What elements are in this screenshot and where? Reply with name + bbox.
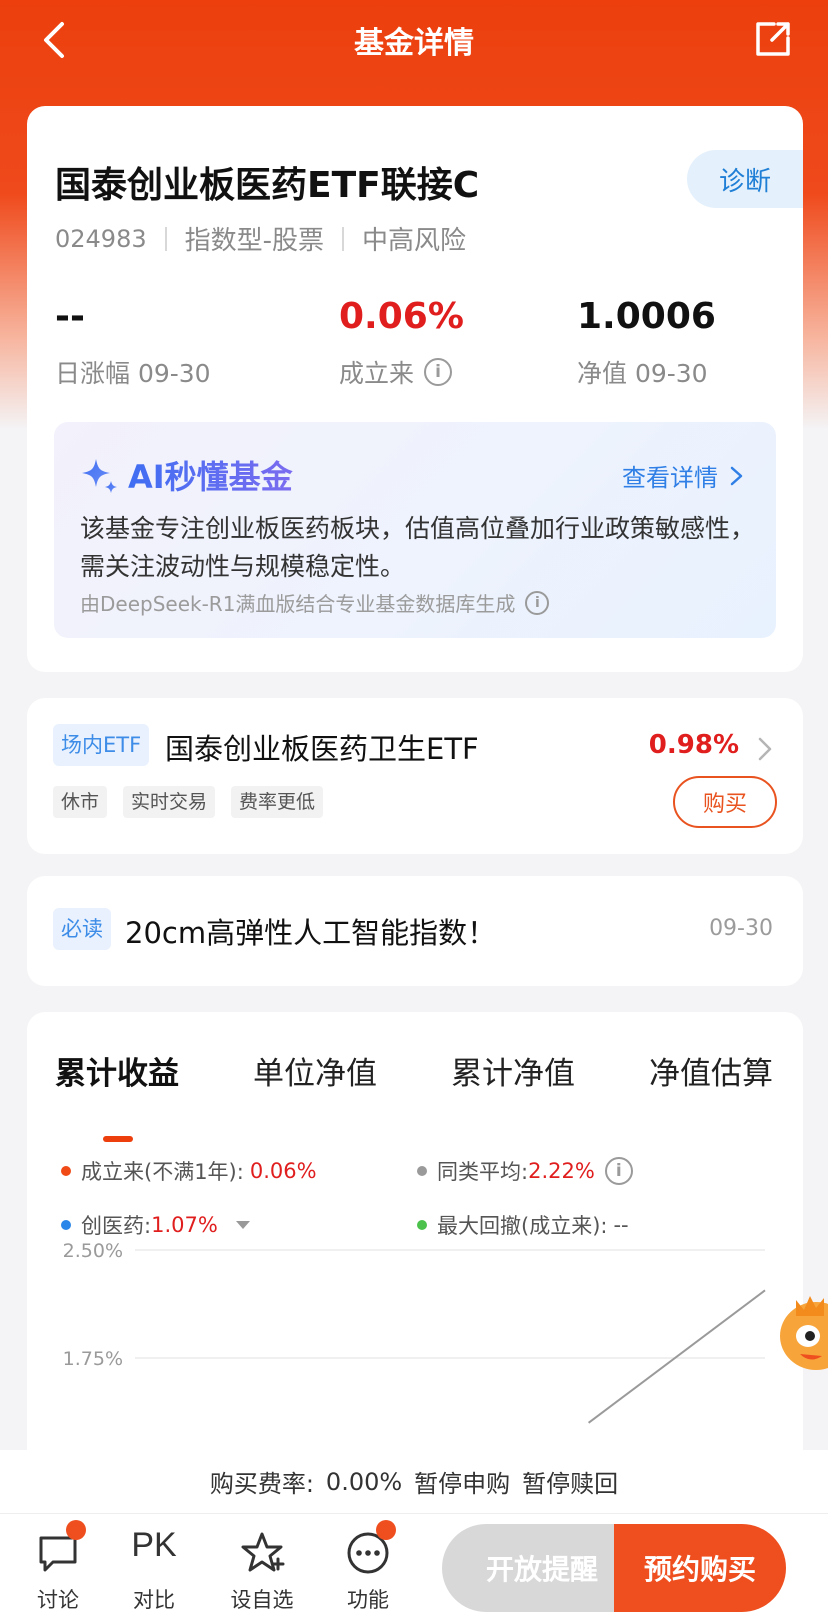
related-etf-card[interactable]: 场内ETF 国泰创业板医药卫生ETF 0.98% 休市 实时交易 费率更低 购买	[27, 698, 803, 854]
stat-value: --	[55, 296, 85, 337]
stat-value: 1.0006	[577, 296, 716, 337]
legend-since-inception: 成立来(不满1年): 0.06%	[61, 1156, 317, 1186]
add-watchlist-button[interactable]: 设自选	[222, 1514, 302, 1621]
more-functions-label: 功能	[347, 1588, 389, 1612]
etf-chip: 实时交易	[123, 786, 216, 818]
ai-source: 由DeepSeek-R1满血版结合专业基金数据库生成 i	[80, 588, 550, 617]
reserve-buy-button[interactable]: 预约购买	[614, 1524, 786, 1612]
legend-dot	[61, 1166, 71, 1176]
notification-badge	[66, 1520, 86, 1540]
star-plus-icon	[241, 1532, 285, 1572]
etf-buy-button[interactable]: 购买	[673, 776, 777, 828]
ai-more-label: 查看详情	[622, 464, 718, 492]
etf-chip: 休市	[53, 786, 108, 818]
fund-summary-card: 国泰创业板医药ETF联接C 诊断 024983 指数型-股票 中高风险 -- 日…	[27, 106, 803, 672]
info-icon[interactable]: i	[525, 590, 550, 615]
more-functions-button[interactable]: 功能	[328, 1514, 408, 1621]
ai-description: 该基金专注创业板医药板块，估值高位叠加行业政策敏感性，需关注波动性与规模稳定性。	[80, 514, 756, 581]
stat-nav: 1.0006 净值 09-30	[577, 294, 716, 390]
etf-tag: 场内ETF	[53, 724, 150, 766]
etf-rate: 0.98%	[648, 730, 739, 760]
redeem-status: 暂停赎回	[522, 1470, 619, 1498]
legend-peer-average: 同类平均: 2.22% i	[417, 1156, 633, 1186]
discuss-button[interactable]: 讨论	[18, 1514, 98, 1621]
info-icon[interactable]: i	[604, 1157, 633, 1185]
notification-badge	[376, 1520, 396, 1540]
legend-value: 0.06%	[249, 1159, 317, 1183]
ai-summary-box[interactable]: AI秒懂基金 查看详情 该基金专注创业板医药板块，估值高位叠加行业政策敏感性，需…	[54, 422, 776, 638]
fee-label: 购买费率:	[209, 1470, 314, 1498]
fee-bar: 购买费率: 0.00% 暂停申购 暂停赎回	[0, 1450, 828, 1514]
info-icon[interactable]: i	[424, 358, 453, 386]
chevron-right-icon	[758, 737, 772, 761]
fund-risk: 中高风险	[362, 226, 467, 256]
legend-label: 同类平均:	[437, 1160, 529, 1184]
legend-value: 2.22%	[528, 1159, 595, 1183]
sparkle-icon	[82, 459, 117, 493]
compare-label: 对比	[133, 1588, 175, 1612]
news-title: 20cm高弹性人工智能指数！	[125, 916, 497, 950]
stat-label: 净值 09-30	[577, 359, 708, 388]
performance-chart-card: 累计收益 单位净值 累计净值 净值估算 成立来(不满1年): 0.06% 同类平…	[27, 1012, 803, 1472]
divider	[164, 226, 167, 251]
mascot-icon[interactable]	[776, 1286, 828, 1378]
bottom-action-bar: 讨论 PK 对比 设自选 功能 开放提醒 预约购买	[0, 1514, 828, 1621]
compare-button[interactable]: PK 对比	[114, 1514, 194, 1621]
active-tab-indicator	[103, 1136, 133, 1142]
stat-daily-change: -- 日涨幅 09-30	[55, 294, 211, 390]
tab-cumulative-nav[interactable]: 累计净值	[451, 1048, 575, 1093]
page-title: 基金详情	[354, 26, 474, 61]
stat-label-row: 成立来 i	[339, 354, 464, 390]
discuss-label: 讨论	[37, 1588, 79, 1612]
ai-more-link[interactable]: 查看详情	[622, 458, 746, 493]
ai-source-text: 由DeepSeek-R1满血版结合专业基金数据库生成	[80, 592, 516, 616]
tab-nav-estimate[interactable]: 净值估算	[649, 1048, 773, 1093]
performance-chart: 2.50% 1.75%	[63, 1240, 766, 1424]
diagnose-button[interactable]: 诊断	[687, 150, 803, 208]
tab-cumulative-return[interactable]: 累计收益	[55, 1048, 179, 1093]
pk-icon: PK	[131, 1526, 177, 1564]
chart-tabs: 累计收益 单位净值 累计净值 净值估算	[27, 1048, 803, 1142]
ai-title-text: AI秒懂基金	[128, 452, 293, 498]
fee-rate: 0.00%	[325, 1467, 403, 1496]
ai-title: AI秒懂基金	[80, 452, 293, 498]
stat-label: 日涨幅 09-30	[55, 359, 211, 388]
fund-type: 指数型-股票	[184, 226, 325, 256]
back-icon[interactable]	[36, 18, 76, 62]
stat-value: 0.06%	[339, 296, 464, 337]
y-tick-label: 1.75%	[63, 1348, 123, 1370]
add-watchlist-label: 设自选	[230, 1588, 294, 1612]
legend-label: 成立来(不满1年):	[81, 1160, 244, 1184]
news-card[interactable]: 必读 20cm高弹性人工智能指数！ 09-30	[27, 876, 803, 986]
stat-since-inception[interactable]: 0.06% 成立来 i	[339, 294, 464, 390]
fund-code: 024983	[55, 224, 147, 253]
y-tick-label: 2.50%	[63, 1240, 123, 1262]
divider	[342, 226, 345, 251]
tab-unit-nav[interactable]: 单位净值	[253, 1048, 377, 1093]
etf-chip: 费率更低	[231, 786, 324, 818]
news-date: 09-30	[709, 916, 773, 941]
chevron-right-icon	[730, 466, 743, 485]
series-line-peer-average	[587, 1289, 766, 1424]
nav-bar: 基金详情	[0, 0, 828, 80]
legend-dot	[417, 1166, 427, 1176]
share-icon[interactable]	[752, 18, 794, 60]
fund-name: 国泰创业板医药ETF联接C	[55, 165, 480, 206]
fund-meta: 024983 指数型-股票 中高风险	[55, 220, 466, 257]
subscribe-status: 暂停申购	[414, 1470, 511, 1498]
open-reminder-button[interactable]: 开放提醒	[442, 1524, 642, 1612]
etf-name: 国泰创业板医药卫生ETF	[165, 732, 479, 766]
stat-label: 成立来	[339, 359, 415, 388]
news-tag: 必读	[53, 908, 111, 950]
